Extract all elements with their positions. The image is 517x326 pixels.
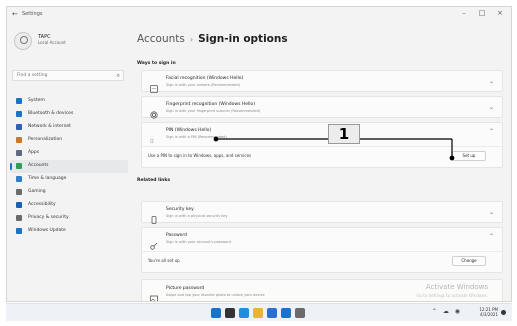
- tray-date: 4/3/2021: [480, 312, 498, 317]
- tray-clock[interactable]: 12:21 PM 4/3/2021: [479, 307, 498, 317]
- callout-leader-line: [213, 136, 455, 161]
- tray-icons[interactable]: ⌃ ☁ ◉: [432, 308, 462, 315]
- edge-icon[interactable]: [239, 308, 249, 318]
- screenshot-frame: ← Settings – □ × TAPC Local Account Find…: [0, 0, 517, 326]
- search-icon[interactable]: [225, 308, 235, 318]
- taskbar: ⌃ ☁ ◉ 12:21 PM 4/3/2021: [6, 303, 512, 321]
- callout-number: 1: [328, 124, 360, 144]
- mail-icon[interactable]: [281, 308, 291, 318]
- windows-icon[interactable]: [211, 308, 221, 318]
- notification-icon[interactable]: [501, 310, 506, 315]
- store-icon[interactable]: [267, 308, 277, 318]
- explorer-icon[interactable]: [253, 308, 263, 318]
- settings-icon[interactable]: [295, 308, 305, 318]
